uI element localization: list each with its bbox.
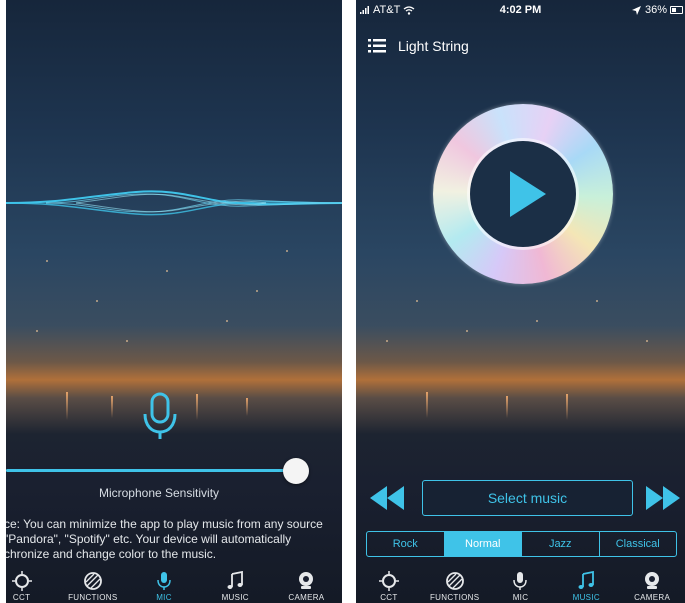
mic-icon bbox=[513, 572, 528, 590]
menu-icon[interactable] bbox=[368, 38, 386, 54]
music-disc[interactable] bbox=[433, 104, 613, 284]
mic-icon bbox=[157, 572, 171, 590]
tab-functions[interactable]: FUNCTIONS bbox=[57, 567, 128, 603]
tab-label: FUNCTIONS bbox=[68, 593, 118, 602]
camera-icon bbox=[299, 572, 314, 589]
battery-percent: 36% bbox=[644, 4, 667, 16]
sound-wave-graphic bbox=[6, 190, 342, 216]
water-reflection bbox=[66, 392, 68, 420]
genre-jazz[interactable]: Jazz bbox=[521, 532, 599, 556]
tab-music[interactable]: MUSIC bbox=[553, 567, 619, 603]
music-screen: AT&T 4:02 PM 36% Light String Select mus… bbox=[356, 0, 685, 603]
camera-icon bbox=[645, 572, 660, 589]
battery-icon bbox=[670, 6, 683, 14]
tab-functions[interactable]: FUNCTIONS bbox=[422, 567, 488, 603]
music-icon bbox=[227, 571, 244, 589]
music-controls: Select music bbox=[356, 480, 685, 516]
tab-camera[interactable]: CAMERA bbox=[619, 567, 685, 603]
tab-mic[interactable]: MIC bbox=[128, 567, 199, 603]
notice-line: chronize and change color to the music. bbox=[6, 547, 217, 561]
notice-line: ce: You can minimize the app to play mus… bbox=[6, 517, 323, 531]
water-reflection bbox=[506, 396, 508, 418]
bottom-tab-bar: CCT FUNCTIONS MIC MUSIC CAMERA bbox=[6, 567, 342, 603]
tab-music[interactable]: MUSIC bbox=[200, 567, 271, 603]
tab-label: MUSIC bbox=[221, 593, 249, 602]
tab-label: CCT bbox=[380, 593, 398, 602]
functions-icon bbox=[445, 572, 464, 590]
water-reflection bbox=[196, 394, 198, 420]
tab-camera[interactable]: CAMERA bbox=[271, 567, 342, 603]
select-music-button[interactable]: Select music bbox=[422, 480, 633, 516]
functions-icon bbox=[83, 572, 102, 590]
fast-forward-icon[interactable] bbox=[646, 486, 680, 510]
cct-icon bbox=[11, 571, 32, 591]
status-right: 36% bbox=[631, 4, 667, 16]
status-bar: AT&T 4:02 PM 36% bbox=[356, 0, 685, 22]
tab-label: CAMERA bbox=[634, 593, 671, 602]
tab-label: MIC bbox=[156, 593, 172, 602]
app-title: Light String bbox=[398, 38, 469, 54]
rewind-icon[interactable] bbox=[370, 486, 404, 510]
water-reflection bbox=[246, 398, 248, 416]
tab-label: MIC bbox=[512, 593, 529, 602]
cct-icon bbox=[378, 571, 399, 591]
mic-screen: Microphone Sensitivity ce: You can minim… bbox=[6, 0, 342, 603]
location-arrow-icon bbox=[631, 5, 641, 15]
bottom-tab-bar: CCT FUNCTIONS MIC MUSIC CAMERA bbox=[356, 567, 685, 603]
tab-mic[interactable]: MIC bbox=[488, 567, 554, 603]
sensitivity-slider-knob[interactable] bbox=[283, 458, 309, 484]
tab-label: MUSIC bbox=[572, 593, 600, 602]
music-icon bbox=[578, 571, 595, 589]
play-icon[interactable] bbox=[508, 169, 548, 219]
sensitivity-label: Microphone Sensitivity bbox=[98, 486, 220, 500]
notice-text: ce: You can minimize the app to play mus… bbox=[6, 517, 342, 562]
genre-rock[interactable]: Rock bbox=[367, 532, 444, 556]
genre-classical[interactable]: Classical bbox=[598, 532, 677, 556]
tab-label: CCT bbox=[12, 593, 31, 602]
microphone-icon[interactable] bbox=[140, 392, 180, 442]
water-reflection bbox=[426, 392, 428, 418]
genre-normal[interactable]: Normal bbox=[443, 532, 521, 556]
genre-selector: Rock Normal Jazz Classical bbox=[366, 531, 677, 557]
tab-label: FUNCTIONS bbox=[430, 593, 480, 602]
tab-cct[interactable]: CCT bbox=[6, 567, 57, 603]
notice-line: "Pandora", "Spotify" etc. Your device wi… bbox=[6, 532, 292, 546]
tab-label: CAMERA bbox=[288, 593, 325, 602]
tab-cct[interactable]: CCT bbox=[356, 567, 422, 603]
sensitivity-slider-track[interactable] bbox=[6, 469, 296, 472]
water-reflection bbox=[111, 396, 113, 418]
disc-center bbox=[470, 141, 576, 247]
water-reflection bbox=[566, 394, 568, 420]
